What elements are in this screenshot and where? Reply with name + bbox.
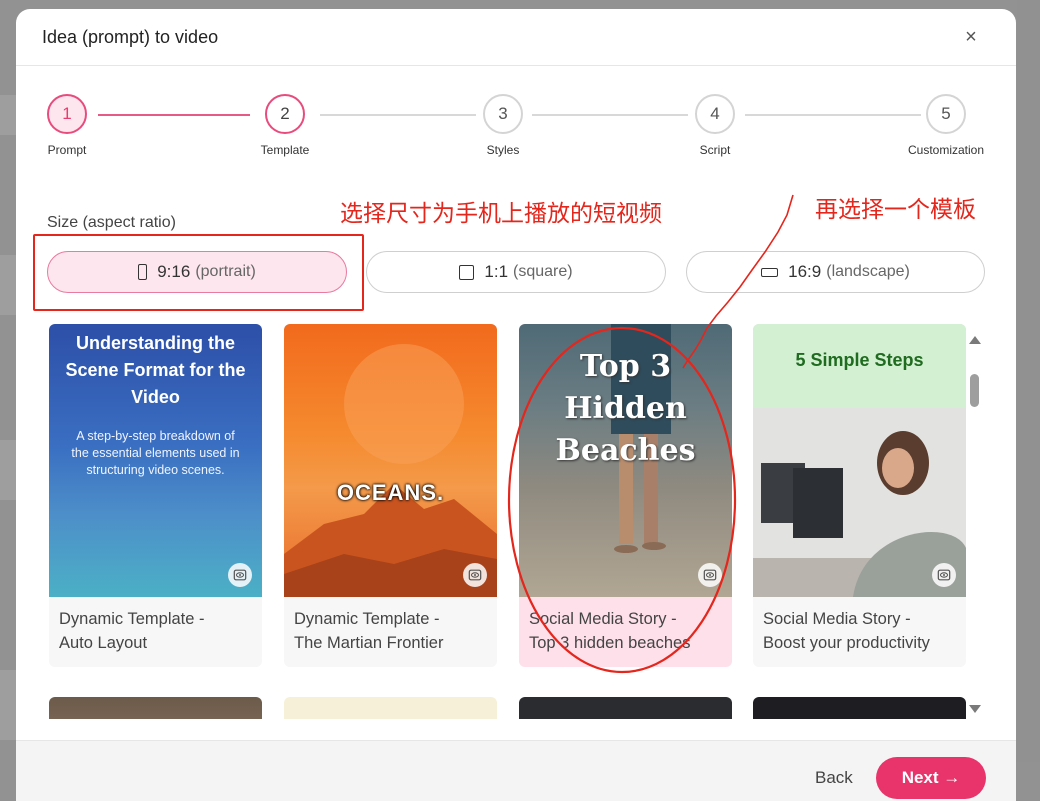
- thumbnail-body: A step-by-step breakdown of the essentia…: [71, 429, 240, 477]
- landscape-icon: [761, 267, 779, 277]
- preview-eye-icon[interactable]: [698, 563, 722, 587]
- step-number: 1: [47, 94, 87, 134]
- step-label: Prompt: [47, 143, 87, 157]
- template-card-martian-frontier[interactable]: OCEANS. Dynamic Template - The Martian Fr…: [284, 324, 497, 667]
- step-connector: [745, 114, 921, 116]
- preview-eye-icon[interactable]: [228, 563, 252, 587]
- annotation-size-note: 选择尺寸为手机上播放的短视频: [340, 201, 662, 227]
- step-connector: [98, 114, 250, 116]
- step-label: Customization: [907, 143, 985, 157]
- caption-line: Auto Layout: [59, 634, 148, 652]
- step-script[interactable]: 4 Script: [675, 94, 755, 157]
- aspect-square-button[interactable]: 1:1 (square): [366, 251, 666, 293]
- template-card-hidden-beaches[interactable]: Top 3 Hidden Beaches Social Media Story …: [519, 324, 732, 667]
- scroll-up-arrow-icon[interactable]: [969, 336, 981, 344]
- idea-to-video-modal: Idea (prompt) to video × 1 Prompt 2 Temp…: [16, 9, 1016, 801]
- modal-title: Idea (prompt) to video: [42, 27, 219, 47]
- mountain-graphic: [284, 344, 497, 597]
- template-card-auto-layout[interactable]: Understanding the Scene Format for the V…: [49, 324, 262, 667]
- thumbnail-title: 5 Simple Steps: [795, 350, 924, 370]
- step-prompt[interactable]: 1 Prompt: [27, 94, 107, 157]
- annotation-template-note: 再选择一个模板: [815, 197, 976, 223]
- thumbnail-title: Top 3 Hidden Beaches: [555, 349, 696, 468]
- size-label: Size (aspect ratio): [47, 214, 176, 231]
- thumbnail-title: OCEANS.: [336, 480, 445, 505]
- template-scrollbar[interactable]: [966, 332, 984, 717]
- next-button[interactable]: Next →: [876, 757, 986, 799]
- template-caption: Dynamic Template - The Martian Frontier: [294, 607, 443, 655]
- modal-footer: Back Next →: [16, 740, 1016, 801]
- step-connector: [320, 114, 476, 116]
- scroll-down-arrow-icon[interactable]: [969, 705, 981, 713]
- scrollbar-thumb[interactable]: [970, 374, 979, 407]
- step-label: Styles: [486, 143, 520, 157]
- annotation-size-box: [33, 234, 364, 311]
- step-connector: [532, 114, 688, 116]
- step-label: Template: [260, 143, 310, 157]
- caption-line: Dynamic Template -: [294, 610, 440, 628]
- template-grid: Understanding the Scene Format for the V…: [46, 322, 966, 719]
- square-icon: [459, 264, 475, 280]
- aspect-ratio: 16:9: [788, 262, 822, 281]
- template-thumbnail: OCEANS.: [284, 324, 497, 597]
- close-button[interactable]: ×: [960, 26, 982, 48]
- step-number: 4: [695, 94, 735, 134]
- caption-line: Social Media Story -: [763, 610, 911, 628]
- caption-line: Top 3 hidden beaches: [529, 634, 691, 652]
- back-button[interactable]: Back: [815, 768, 853, 788]
- template-card-partial[interactable]: [49, 697, 262, 719]
- template-thumbnail: Top 3 Hidden Beaches: [519, 324, 732, 597]
- aspect-landscape-button[interactable]: 16:9 (landscape): [686, 251, 985, 293]
- template-card-productivity[interactable]: 5 Simple Steps Social Media Story - Boost…: [753, 324, 966, 667]
- step-template[interactable]: 2 Template: [245, 94, 325, 157]
- caption-line: The Martian Frontier: [294, 634, 444, 652]
- preview-eye-icon[interactable]: [463, 563, 487, 587]
- step-number: 3: [483, 94, 523, 134]
- caption-line: Social Media Story -: [529, 610, 677, 628]
- template-card-partial[interactable]: [284, 697, 497, 719]
- caption-line: Dynamic Template -: [59, 610, 205, 628]
- stepper: 1 Prompt 2 Template 3 Styles 4 Script 5 …: [16, 66, 1016, 176]
- aspect-desc: (landscape): [826, 263, 910, 280]
- template-card-partial[interactable]: [753, 697, 966, 719]
- step-styles[interactable]: 3 Styles: [463, 94, 543, 157]
- step-number: 2: [265, 94, 305, 134]
- template-caption: Social Media Story - Top 3 hidden beaches: [529, 607, 690, 655]
- step-customization[interactable]: 5 Customization: [906, 94, 986, 157]
- template-thumbnail: Understanding the Scene Format for the V…: [49, 324, 262, 597]
- template-caption: Dynamic Template - Auto Layout: [59, 607, 205, 655]
- aspect-desc: (square): [513, 263, 573, 280]
- thumbnail-title: Understanding the Scene Format for the V…: [65, 333, 246, 407]
- step-number: 5: [926, 94, 966, 134]
- modal-header: Idea (prompt) to video ×: [16, 9, 1016, 66]
- step-label: Script: [699, 143, 731, 157]
- template-card-partial[interactable]: [519, 697, 732, 719]
- template-caption: Social Media Story - Boost your productiv…: [763, 607, 930, 655]
- preview-eye-icon[interactable]: [932, 563, 956, 587]
- caption-line: Boost your productivity: [763, 634, 930, 652]
- template-thumbnail: 5 Simple Steps: [753, 324, 966, 597]
- aspect-ratio: 1:1: [484, 262, 509, 281]
